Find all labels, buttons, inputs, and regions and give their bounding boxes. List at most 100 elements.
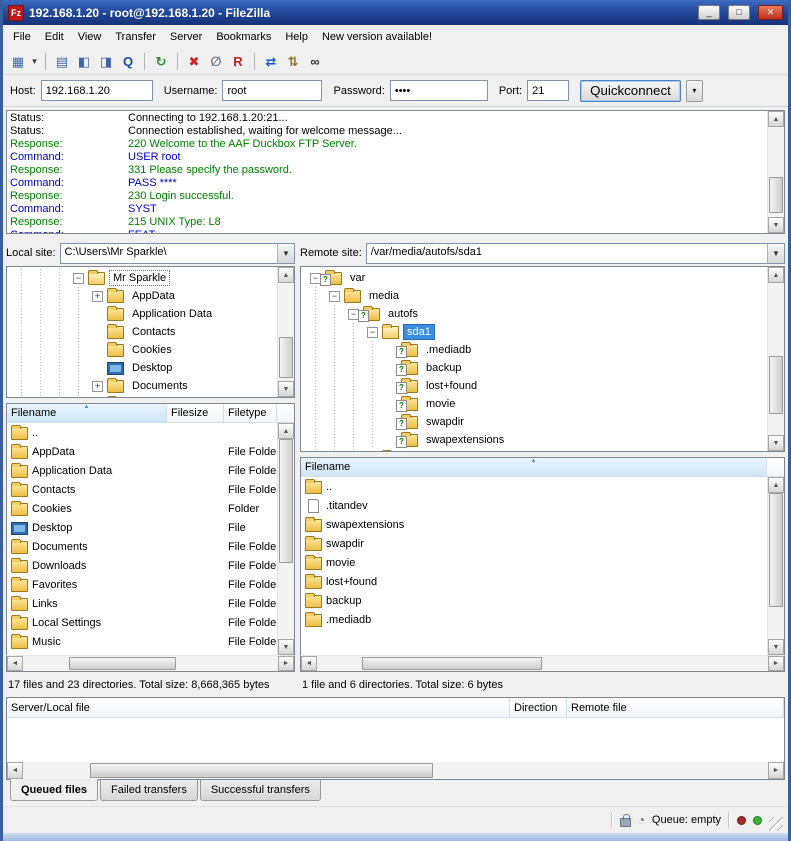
site-manager-dropdown[interactable]: ▾ [29, 51, 40, 73]
scroll-down-icon[interactable]: ▼ [768, 435, 784, 451]
local-list-vscrollbar[interactable]: ▲ ▼ [277, 423, 294, 655]
scroll-track[interactable] [278, 439, 294, 639]
menu-item-new-version-available[interactable]: New version available! [315, 27, 439, 47]
scroll-track[interactable] [768, 283, 784, 435]
chevron-down-icon[interactable]: ▼ [767, 244, 784, 263]
file-row-appdata[interactable]: AppDataFile Folder [7, 442, 277, 461]
tree-item-downloads[interactable]: Downloads [12, 395, 277, 397]
file-row-mediadb[interactable]: .mediadb [301, 610, 767, 629]
file-row-desktop[interactable]: DesktopFile [7, 518, 277, 537]
file-row-contacts[interactable]: ContactsFile Folder [7, 480, 277, 499]
file-row-item[interactable]: .. [7, 423, 277, 442]
local-site-combo[interactable]: C:\Users\Mr Sparkle\ ▼ [60, 243, 295, 264]
tab-queued-files[interactable]: Queued files [10, 779, 98, 801]
password-input[interactable] [390, 80, 488, 101]
tree-item-autofs[interactable]: autofs [306, 305, 767, 323]
column-header-filename[interactable]: Filename▲ [7, 404, 167, 423]
scroll-thumb[interactable] [362, 657, 542, 670]
toggle-local-tree-icon[interactable]: ◧ [73, 51, 95, 73]
queue-hscrollbar[interactable]: ◄ ► [7, 762, 784, 779]
scroll-track[interactable] [317, 656, 768, 671]
column-header-remote-file[interactable]: Remote file [567, 698, 784, 718]
scroll-up-icon[interactable]: ▲ [768, 267, 784, 283]
scroll-right-icon[interactable]: ► [278, 656, 294, 671]
scroll-up-icon[interactable]: ▲ [768, 477, 784, 493]
file-row-downloads[interactable]: DownloadsFile Folder [7, 556, 277, 575]
expander-minus-icon[interactable] [325, 287, 344, 305]
expander-minus-icon[interactable] [69, 269, 88, 287]
menu-item-help[interactable]: Help [278, 27, 315, 47]
disconnect-icon[interactable]: ∅ [205, 51, 227, 73]
port-input[interactable] [527, 80, 569, 101]
tree-item-lost-found[interactable]: lost+found [306, 377, 767, 395]
tree-item-backup[interactable]: backup [306, 359, 767, 377]
tree-item-documents[interactable]: Documents [12, 377, 277, 395]
scroll-up-icon[interactable]: ▲ [768, 111, 784, 127]
tree-item-desktop[interactable]: Desktop [12, 359, 277, 377]
remote-site-combo[interactable]: /var/media/autofs/sda1 ▼ [366, 243, 785, 264]
synchronized-browsing-icon[interactable]: ⇅ [282, 51, 304, 73]
directory-comparison-icon[interactable]: ⇄ [260, 51, 282, 73]
tree-item-swapdir[interactable]: swapdir [306, 413, 767, 431]
scroll-track[interactable] [278, 283, 294, 381]
reconnect-icon[interactable]: R [227, 51, 249, 73]
tree-item-appdata[interactable]: AppData [12, 287, 277, 305]
expander-plus-icon[interactable] [88, 377, 107, 395]
menu-item-edit[interactable]: Edit [38, 27, 71, 47]
resize-grip-icon[interactable] [769, 817, 783, 831]
scroll-track[interactable] [768, 127, 784, 217]
remote-tree-vscrollbar[interactable]: ▲ ▼ [767, 267, 784, 451]
tree-item-dvd[interactable]: dvd [306, 449, 767, 451]
column-header-direction[interactable]: Direction [510, 698, 567, 718]
close-button[interactable]: ✕ [758, 5, 783, 20]
column-header-filetype[interactable]: Filetype [224, 404, 277, 423]
file-row-application-data[interactable]: Application DataFile Folder [7, 461, 277, 480]
scroll-track[interactable] [768, 493, 784, 639]
speed-limit-icon[interactable]: ◔ [638, 814, 645, 826]
scroll-up-icon[interactable]: ▲ [278, 267, 294, 283]
expander-plus-icon[interactable] [88, 395, 107, 397]
tab-successful-transfers[interactable]: Successful transfers [200, 780, 321, 801]
scroll-down-icon[interactable]: ▼ [768, 639, 784, 655]
quickconnect-dropdown[interactable]: ▾ [686, 80, 703, 102]
file-row-titandev[interactable]: .titandev [301, 496, 767, 515]
file-row-item[interactable]: .. [301, 477, 767, 496]
scroll-left-icon[interactable]: ◄ [301, 656, 317, 671]
file-row-movie[interactable]: movie [301, 553, 767, 572]
tree-item-swapextensions[interactable]: swapextensions [306, 431, 767, 449]
toggle-message-log-icon[interactable]: ▤ [51, 51, 73, 73]
scroll-track[interactable] [23, 762, 768, 779]
expander-plus-icon[interactable] [88, 287, 107, 305]
file-row-documents[interactable]: DocumentsFile Folder [7, 537, 277, 556]
log-vscrollbar[interactable]: ▲ ▼ [767, 111, 784, 233]
remote-list-vscrollbar[interactable]: ▲ ▼ [767, 477, 784, 655]
file-row-swapextensions[interactable]: swapextensions [301, 515, 767, 534]
cancel-icon[interactable]: ✖ [183, 51, 205, 73]
maximize-button[interactable]: □ [728, 5, 750, 20]
tree-item-var[interactable]: var [306, 269, 767, 287]
scroll-track[interactable] [23, 656, 278, 671]
column-header-filename[interactable]: Filename▲ [301, 458, 767, 477]
tree-item-sda1[interactable]: sda1 [306, 323, 767, 341]
scroll-thumb[interactable] [279, 439, 293, 563]
scroll-left-icon[interactable]: ◄ [7, 762, 23, 779]
local-hscrollbar[interactable]: ◄ ► [6, 655, 295, 672]
file-row-links[interactable]: LinksFile Folder [7, 594, 277, 613]
username-input[interactable] [222, 80, 322, 101]
scroll-down-icon[interactable]: ▼ [278, 381, 294, 397]
scroll-right-icon[interactable]: ► [768, 656, 784, 671]
toggle-remote-tree-icon[interactable]: ◨ [95, 51, 117, 73]
file-row-local-settings[interactable]: Local SettingsFile Folder [7, 613, 277, 632]
file-row-swapdir[interactable]: swapdir [301, 534, 767, 553]
menu-item-transfer[interactable]: Transfer [108, 27, 163, 47]
file-row-music[interactable]: MusicFile Folder [7, 632, 277, 651]
host-input[interactable] [41, 80, 153, 101]
site-manager-icon[interactable]: ▦ [7, 51, 29, 73]
local-tree-vscrollbar[interactable]: ▲ ▼ [277, 267, 294, 397]
remote-hscrollbar[interactable]: ◄ ► [300, 655, 785, 672]
menu-item-view[interactable]: View [71, 27, 109, 47]
scroll-down-icon[interactable]: ▼ [278, 639, 294, 655]
tree-item-mediadb[interactable]: .mediadb [306, 341, 767, 359]
scroll-thumb[interactable] [90, 763, 433, 778]
scroll-up-icon[interactable]: ▲ [278, 423, 294, 439]
